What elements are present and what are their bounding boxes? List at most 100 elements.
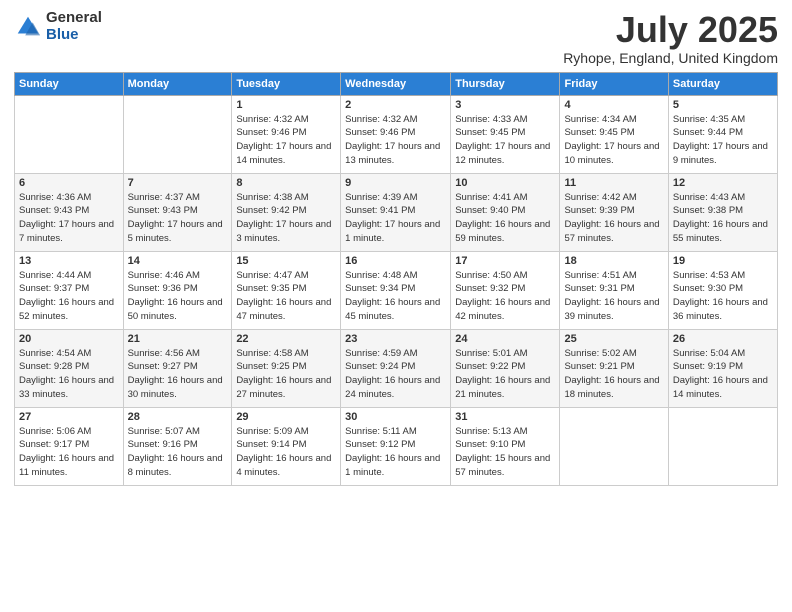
day-number: 18 <box>564 255 663 267</box>
day-info: Sunrise: 5:09 AM Sunset: 9:14 PM Dayligh… <box>236 425 336 480</box>
day-info: Sunrise: 4:53 AM Sunset: 9:30 PM Dayligh… <box>673 269 773 324</box>
day-number: 17 <box>455 255 555 267</box>
subtitle: Ryhope, England, United Kingdom <box>563 50 778 66</box>
calendar-cell: 29Sunrise: 5:09 AM Sunset: 9:14 PM Dayli… <box>232 407 341 485</box>
day-number: 4 <box>564 99 663 111</box>
calendar-cell <box>15 95 124 173</box>
day-info: Sunrise: 4:33 AM Sunset: 9:45 PM Dayligh… <box>455 113 555 168</box>
day-info: Sunrise: 4:38 AM Sunset: 9:42 PM Dayligh… <box>236 191 336 246</box>
day-info: Sunrise: 4:44 AM Sunset: 9:37 PM Dayligh… <box>19 269 119 324</box>
logo-general: General <box>46 10 102 27</box>
calendar-cell: 12Sunrise: 4:43 AM Sunset: 9:38 PM Dayli… <box>668 173 777 251</box>
day-info: Sunrise: 4:46 AM Sunset: 9:36 PM Dayligh… <box>128 269 228 324</box>
header: General Blue July 2025 Ryhope, England, … <box>14 10 778 66</box>
calendar-cell <box>560 407 668 485</box>
calendar-cell: 16 Sunrise: 4:48 AM Sunset: 9:34 PM Dayli… <box>341 251 451 329</box>
calendar-cell: 14 Sunrise: 4:46 AM Sunset: 9:36 PM Dayli… <box>123 251 232 329</box>
day-info: Sunrise: 4:32 AM Sunset: 9:46 PM Dayligh… <box>345 113 446 168</box>
day-info: Sunrise: 5:01 AM Sunset: 9:22 PM Dayligh… <box>455 347 555 402</box>
day-info: Sunrise: 5:02 AM Sunset: 9:21 PM Dayligh… <box>564 347 663 402</box>
day-info: Sunrise: 4:48 AM Sunset: 9:34 PM Dayligh… <box>345 269 446 324</box>
day-info: Sunrise: 5:04 AM Sunset: 9:19 PM Dayligh… <box>673 347 773 402</box>
col-header-friday: Friday <box>560 72 668 95</box>
calendar-cell: 3 Sunrise: 4:33 AM Sunset: 9:45 PM Daylig… <box>451 95 560 173</box>
day-number: 16 <box>345 255 446 267</box>
day-number: 9 <box>345 177 446 189</box>
day-info: Sunrise: 4:58 AM Sunset: 9:25 PM Dayligh… <box>236 347 336 402</box>
week-row-0: 1 Sunrise: 4:32 AM Sunset: 9:46 PM Daylig… <box>15 95 778 173</box>
day-number: 21 <box>128 333 228 345</box>
calendar-cell: 20 Sunrise: 4:54 AM Sunset: 9:28 PM Dayli… <box>15 329 124 407</box>
day-number: 15 <box>236 255 336 267</box>
calendar-cell <box>668 407 777 485</box>
week-row-4: 27 Sunrise: 5:06 AM Sunset: 9:17 PM Dayli… <box>15 407 778 485</box>
day-number: 24 <box>455 333 555 345</box>
col-header-wednesday: Wednesday <box>341 72 451 95</box>
week-row-2: 13 Sunrise: 4:44 AM Sunset: 9:37 PM Dayli… <box>15 251 778 329</box>
day-number: 14 <box>128 255 228 267</box>
calendar-cell: 25 Sunrise: 5:02 AM Sunset: 9:21 PM Dayli… <box>560 329 668 407</box>
day-number: 30 <box>345 411 446 423</box>
day-info: Sunrise: 4:35 AM Sunset: 9:44 PM Dayligh… <box>673 113 773 168</box>
day-info: Sunrise: 5:13 AM Sunset: 9:10 PM Dayligh… <box>455 425 555 480</box>
logo-blue: Blue <box>46 27 102 44</box>
calendar-table: SundayMondayTuesdayWednesdayThursdayFrid… <box>14 72 778 486</box>
calendar-cell: 7Sunrise: 4:37 AM Sunset: 9:43 PM Daylig… <box>123 173 232 251</box>
page: General Blue July 2025 Ryhope, England, … <box>0 0 792 612</box>
day-number: 10 <box>455 177 555 189</box>
day-number: 25 <box>564 333 663 345</box>
day-info: Sunrise: 4:54 AM Sunset: 9:28 PM Dayligh… <box>19 347 119 402</box>
logo-icon <box>14 13 42 41</box>
calendar-cell: 5 Sunrise: 4:35 AM Sunset: 9:44 PM Daylig… <box>668 95 777 173</box>
col-header-sunday: Sunday <box>15 72 124 95</box>
week-row-3: 20 Sunrise: 4:54 AM Sunset: 9:28 PM Dayli… <box>15 329 778 407</box>
calendar-cell: 4Sunrise: 4:34 AM Sunset: 9:45 PM Daylig… <box>560 95 668 173</box>
calendar-cell: 6Sunrise: 4:36 AM Sunset: 9:43 PM Daylig… <box>15 173 124 251</box>
day-info: Sunrise: 5:07 AM Sunset: 9:16 PM Dayligh… <box>128 425 228 480</box>
calendar-cell: 23 Sunrise: 4:59 AM Sunset: 9:24 PM Dayli… <box>341 329 451 407</box>
calendar-cell: 13 Sunrise: 4:44 AM Sunset: 9:37 PM Dayli… <box>15 251 124 329</box>
calendar-cell: 19 Sunrise: 4:53 AM Sunset: 9:30 PM Dayli… <box>668 251 777 329</box>
logo-text: General Blue <box>46 10 102 43</box>
col-header-monday: Monday <box>123 72 232 95</box>
calendar-cell: 26 Sunrise: 5:04 AM Sunset: 9:19 PM Dayli… <box>668 329 777 407</box>
day-info: Sunrise: 4:56 AM Sunset: 9:27 PM Dayligh… <box>128 347 228 402</box>
calendar-cell: 24 Sunrise: 5:01 AM Sunset: 9:22 PM Dayli… <box>451 329 560 407</box>
col-header-thursday: Thursday <box>451 72 560 95</box>
day-number: 13 <box>19 255 119 267</box>
day-number: 31 <box>455 411 555 423</box>
day-info: Sunrise: 4:59 AM Sunset: 9:24 PM Dayligh… <box>345 347 446 402</box>
day-number: 6 <box>19 177 119 189</box>
day-number: 11 <box>564 177 663 189</box>
day-info: Sunrise: 4:37 AM Sunset: 9:43 PM Dayligh… <box>128 191 228 246</box>
day-info: Sunrise: 4:41 AM Sunset: 9:40 PM Dayligh… <box>455 191 555 246</box>
calendar-cell: 8Sunrise: 4:38 AM Sunset: 9:42 PM Daylig… <box>232 173 341 251</box>
col-header-tuesday: Tuesday <box>232 72 341 95</box>
calendar-cell: 11Sunrise: 4:42 AM Sunset: 9:39 PM Dayli… <box>560 173 668 251</box>
day-number: 26 <box>673 333 773 345</box>
day-number: 1 <box>236 99 336 111</box>
calendar-cell: 15 Sunrise: 4:47 AM Sunset: 9:35 PM Dayli… <box>232 251 341 329</box>
day-info: Sunrise: 4:39 AM Sunset: 9:41 PM Dayligh… <box>345 191 446 246</box>
day-number: 2 <box>345 99 446 111</box>
title-block: July 2025 Ryhope, England, United Kingdo… <box>563 10 778 66</box>
calendar-cell: 31 Sunrise: 5:13 AM Sunset: 9:10 PM Dayli… <box>451 407 560 485</box>
day-number: 22 <box>236 333 336 345</box>
col-header-saturday: Saturday <box>668 72 777 95</box>
header-row: SundayMondayTuesdayWednesdayThursdayFrid… <box>15 72 778 95</box>
day-info: Sunrise: 5:06 AM Sunset: 9:17 PM Dayligh… <box>19 425 119 480</box>
day-number: 19 <box>673 255 773 267</box>
day-info: Sunrise: 4:51 AM Sunset: 9:31 PM Dayligh… <box>564 269 663 324</box>
calendar-cell: 10 Sunrise: 4:41 AM Sunset: 9:40 PM Dayli… <box>451 173 560 251</box>
calendar-cell: 18 Sunrise: 4:51 AM Sunset: 9:31 PM Dayli… <box>560 251 668 329</box>
day-info: Sunrise: 4:50 AM Sunset: 9:32 PM Dayligh… <box>455 269 555 324</box>
day-number: 3 <box>455 99 555 111</box>
day-number: 20 <box>19 333 119 345</box>
day-number: 5 <box>673 99 773 111</box>
main-title: July 2025 <box>563 10 778 50</box>
calendar-cell: 22 Sunrise: 4:58 AM Sunset: 9:25 PM Dayli… <box>232 329 341 407</box>
day-info: Sunrise: 4:47 AM Sunset: 9:35 PM Dayligh… <box>236 269 336 324</box>
calendar-cell: 1Sunrise: 4:32 AM Sunset: 9:46 PM Daylig… <box>232 95 341 173</box>
day-number: 23 <box>345 333 446 345</box>
day-number: 27 <box>19 411 119 423</box>
